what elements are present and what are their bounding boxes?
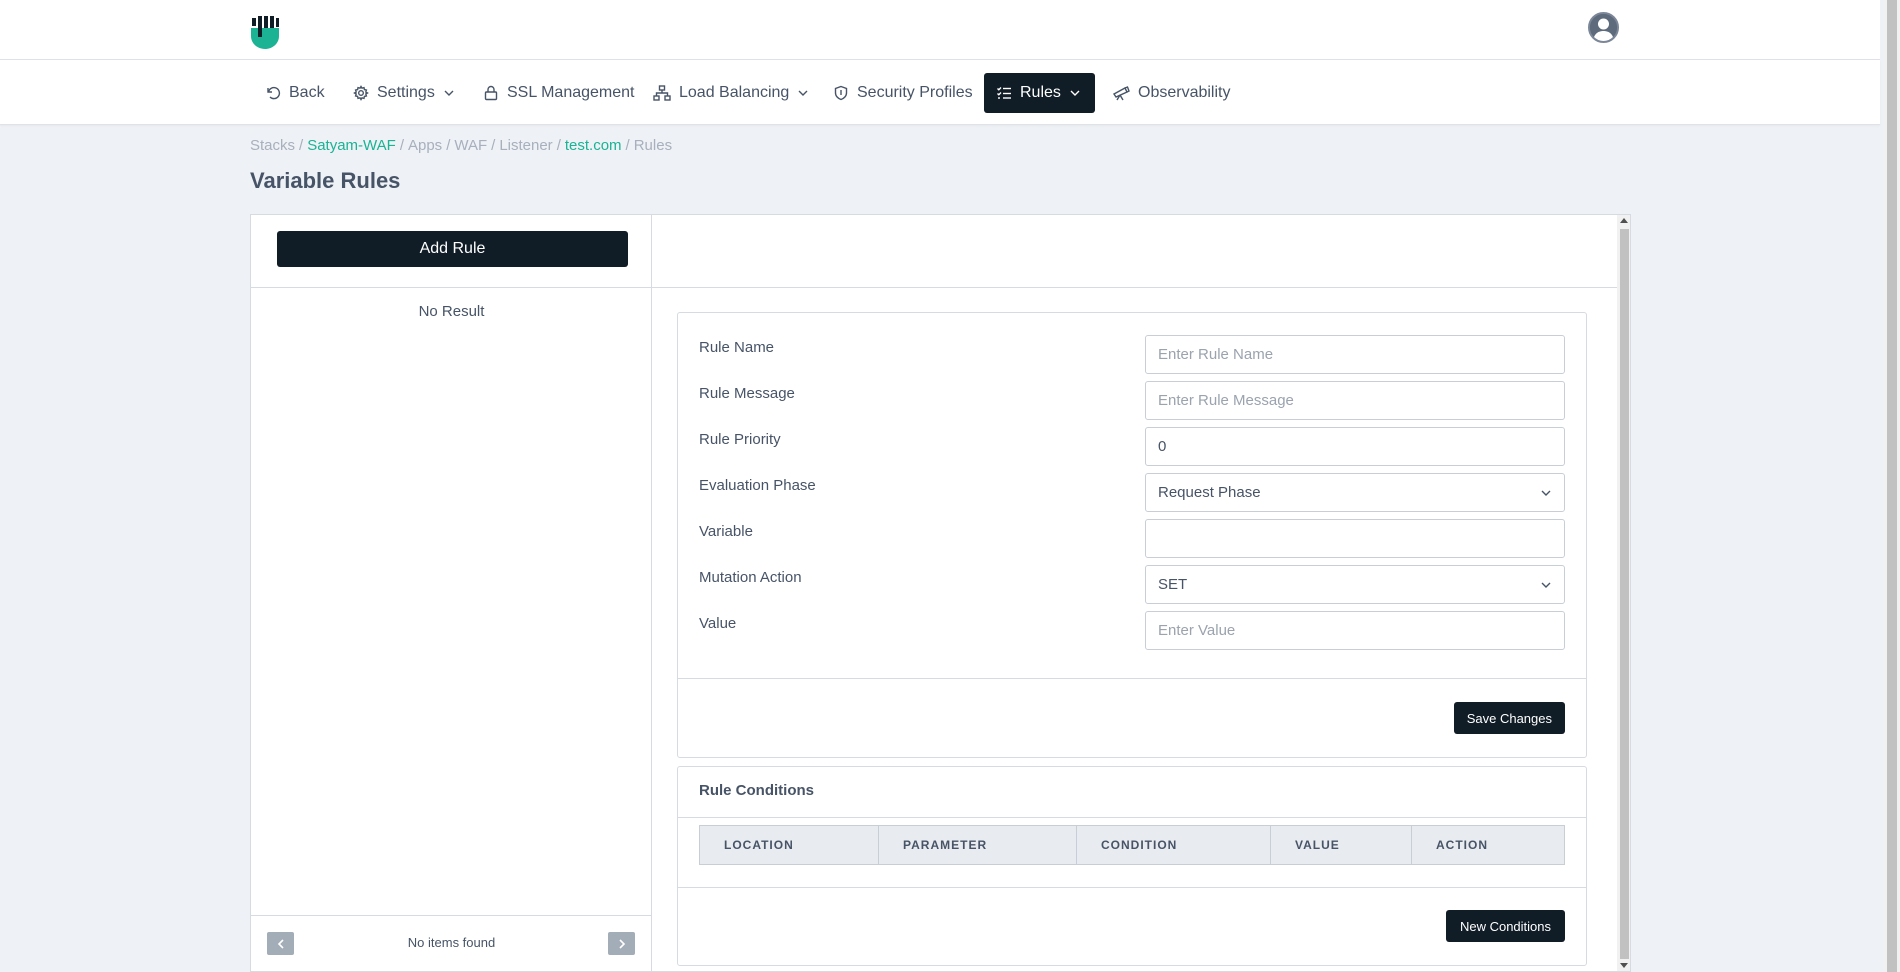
top-header xyxy=(0,0,1880,60)
save-changes-button[interactable]: Save Changes xyxy=(1453,702,1565,734)
breadcrumb-domain[interactable]: test.com xyxy=(565,137,622,154)
rules-panel: Add Rule No Result No items found Rule N… xyxy=(250,214,1631,972)
main-nav: Back Settings SSL Management Load Balanc… xyxy=(0,60,1880,125)
evaluation-phase-value: Request Phase xyxy=(1158,484,1261,501)
chevron-down-icon xyxy=(1070,90,1080,96)
conditions-footer: New Conditions xyxy=(678,887,1586,967)
user-avatar-icon[interactable] xyxy=(1588,12,1619,43)
rule-message-label: Rule Message xyxy=(699,385,795,402)
nav-load-balancing[interactable]: Load Balancing xyxy=(641,73,821,113)
nav-ssl-management[interactable]: SSL Management xyxy=(471,73,646,113)
rule-conditions-title: Rule Conditions xyxy=(699,782,814,799)
chevron-down-icon xyxy=(798,90,808,96)
nav-rules-label: Rules xyxy=(1020,84,1061,101)
variable-label: Variable xyxy=(699,523,753,540)
next-page-button[interactable] xyxy=(608,932,635,955)
conditions-table-header: LOCATION PARAMETER CONDITION VALUE ACTIO… xyxy=(699,825,1565,865)
column-location: LOCATION xyxy=(700,826,879,864)
form-footer: Save Changes xyxy=(678,678,1586,758)
nav-settings-label: Settings xyxy=(377,84,435,101)
nav-security-profiles-label: Security Profiles xyxy=(857,84,973,101)
lock-icon xyxy=(484,85,498,101)
mutation-action-label: Mutation Action xyxy=(699,569,802,586)
pagination: No items found xyxy=(251,915,652,971)
breadcrumb-stacks[interactable]: Stacks xyxy=(250,137,295,154)
variable-input[interactable] xyxy=(1145,519,1565,558)
rule-priority-row: Rule Priority 0 xyxy=(678,427,1588,466)
chevron-down-icon xyxy=(1541,490,1551,496)
evaluation-phase-row: Evaluation Phase Request Phase xyxy=(678,473,1588,512)
breadcrumb-separator: / xyxy=(299,137,304,154)
breadcrumb-separator: / xyxy=(556,137,561,154)
rules-list-pane: Add Rule No Result No items found xyxy=(251,215,652,971)
breadcrumb-listener[interactable]: Listener xyxy=(499,137,552,154)
nav-settings[interactable]: Settings xyxy=(341,73,467,113)
nav-ssl-label: SSL Management xyxy=(507,84,635,101)
rule-priority-input[interactable]: 0 xyxy=(1145,427,1565,466)
nav-load-balancing-label: Load Balancing xyxy=(679,84,790,101)
nav-rules[interactable]: Rules xyxy=(984,73,1095,113)
rule-name-label: Rule Name xyxy=(699,339,775,356)
page-scrollbar[interactable] xyxy=(1884,0,1900,972)
rule-name-row: Rule Name Enter Rule Name xyxy=(678,335,1588,374)
column-value: VALUE xyxy=(1271,826,1412,864)
network-icon xyxy=(653,85,671,101)
value-label: Value xyxy=(699,615,737,632)
scrollbar-thumb[interactable] xyxy=(1620,229,1629,959)
breadcrumb-waf[interactable]: WAF xyxy=(454,137,487,154)
rule-message-row: Rule Message Enter Rule Message xyxy=(678,381,1588,420)
column-parameter: PARAMETER xyxy=(879,826,1077,864)
rule-name-input[interactable]: Enter Rule Name xyxy=(1145,335,1565,374)
nav-security-profiles[interactable]: Security Profiles xyxy=(821,73,985,113)
gear-icon xyxy=(353,85,369,101)
nav-back[interactable]: Back xyxy=(253,73,337,113)
rule-detail-pane: Rule Name Enter Rule Name Rule Message E… xyxy=(652,215,1617,971)
pagination-status: No items found xyxy=(407,935,496,950)
rule-conditions-card: Rule Conditions LOCATION PARAMETER CONDI… xyxy=(677,766,1587,966)
shield-icon xyxy=(834,85,848,101)
chevron-right-icon xyxy=(618,938,625,949)
breadcrumb-separator: / xyxy=(491,137,496,154)
divider xyxy=(251,287,652,288)
column-condition: CONDITION xyxy=(1077,826,1271,864)
page-title: Variable Rules xyxy=(250,168,401,193)
mutation-action-value: SET xyxy=(1158,576,1188,593)
telescope-icon xyxy=(1112,86,1130,101)
evaluation-phase-select[interactable]: Request Phase xyxy=(1145,473,1565,512)
breadcrumb: Stacks / Satyam-WAF / Apps / WAF / Listener / test… xyxy=(250,137,672,154)
breadcrumb-separator: / xyxy=(399,137,404,154)
scroll-up-arrow-icon[interactable] xyxy=(1620,218,1628,223)
list-check-icon xyxy=(997,87,1011,99)
add-rule-button[interactable]: Add Rule xyxy=(277,231,628,267)
chevron-down-icon xyxy=(444,90,454,96)
chevron-down-icon xyxy=(1541,582,1551,588)
value-input[interactable]: Enter Value xyxy=(1145,611,1565,650)
breadcrumb-stack-name[interactable]: Satyam-WAF xyxy=(307,137,396,154)
column-action: ACTION xyxy=(1436,838,1488,852)
rule-form: Rule Name Enter Rule Name Rule Message E… xyxy=(677,312,1587,758)
panel-scrollbar[interactable] xyxy=(1617,215,1630,971)
new-conditions-button[interactable]: New Conditions xyxy=(1445,910,1565,942)
breadcrumb-rules: Rules xyxy=(633,137,673,154)
scroll-down-arrow-icon[interactable] xyxy=(1620,963,1628,968)
value-row: Value Enter Value xyxy=(678,611,1588,650)
detail-header xyxy=(652,215,1617,288)
nav-observability[interactable]: Observability xyxy=(1100,73,1242,113)
rule-message-input[interactable]: Enter Rule Message xyxy=(1145,381,1565,420)
breadcrumb-separator: / xyxy=(625,137,630,154)
mutation-action-select[interactable]: SET xyxy=(1145,565,1565,604)
fist-logo-icon[interactable] xyxy=(250,16,280,50)
variable-row: Variable xyxy=(678,519,1588,558)
empty-list-text: No Result xyxy=(418,303,485,320)
undo-icon xyxy=(267,86,281,100)
breadcrumb-apps[interactable]: Apps xyxy=(408,137,442,154)
evaluation-phase-label: Evaluation Phase xyxy=(699,477,816,494)
rule-priority-label: Rule Priority xyxy=(699,431,781,448)
nav-observability-label: Observability xyxy=(1138,84,1231,101)
page-scrollbar-thumb[interactable] xyxy=(1887,0,1897,972)
mutation-action-row: Mutation Action SET xyxy=(678,565,1588,604)
breadcrumb-separator: / xyxy=(446,137,451,154)
divider xyxy=(678,817,1586,818)
nav-back-label: Back xyxy=(289,84,325,101)
